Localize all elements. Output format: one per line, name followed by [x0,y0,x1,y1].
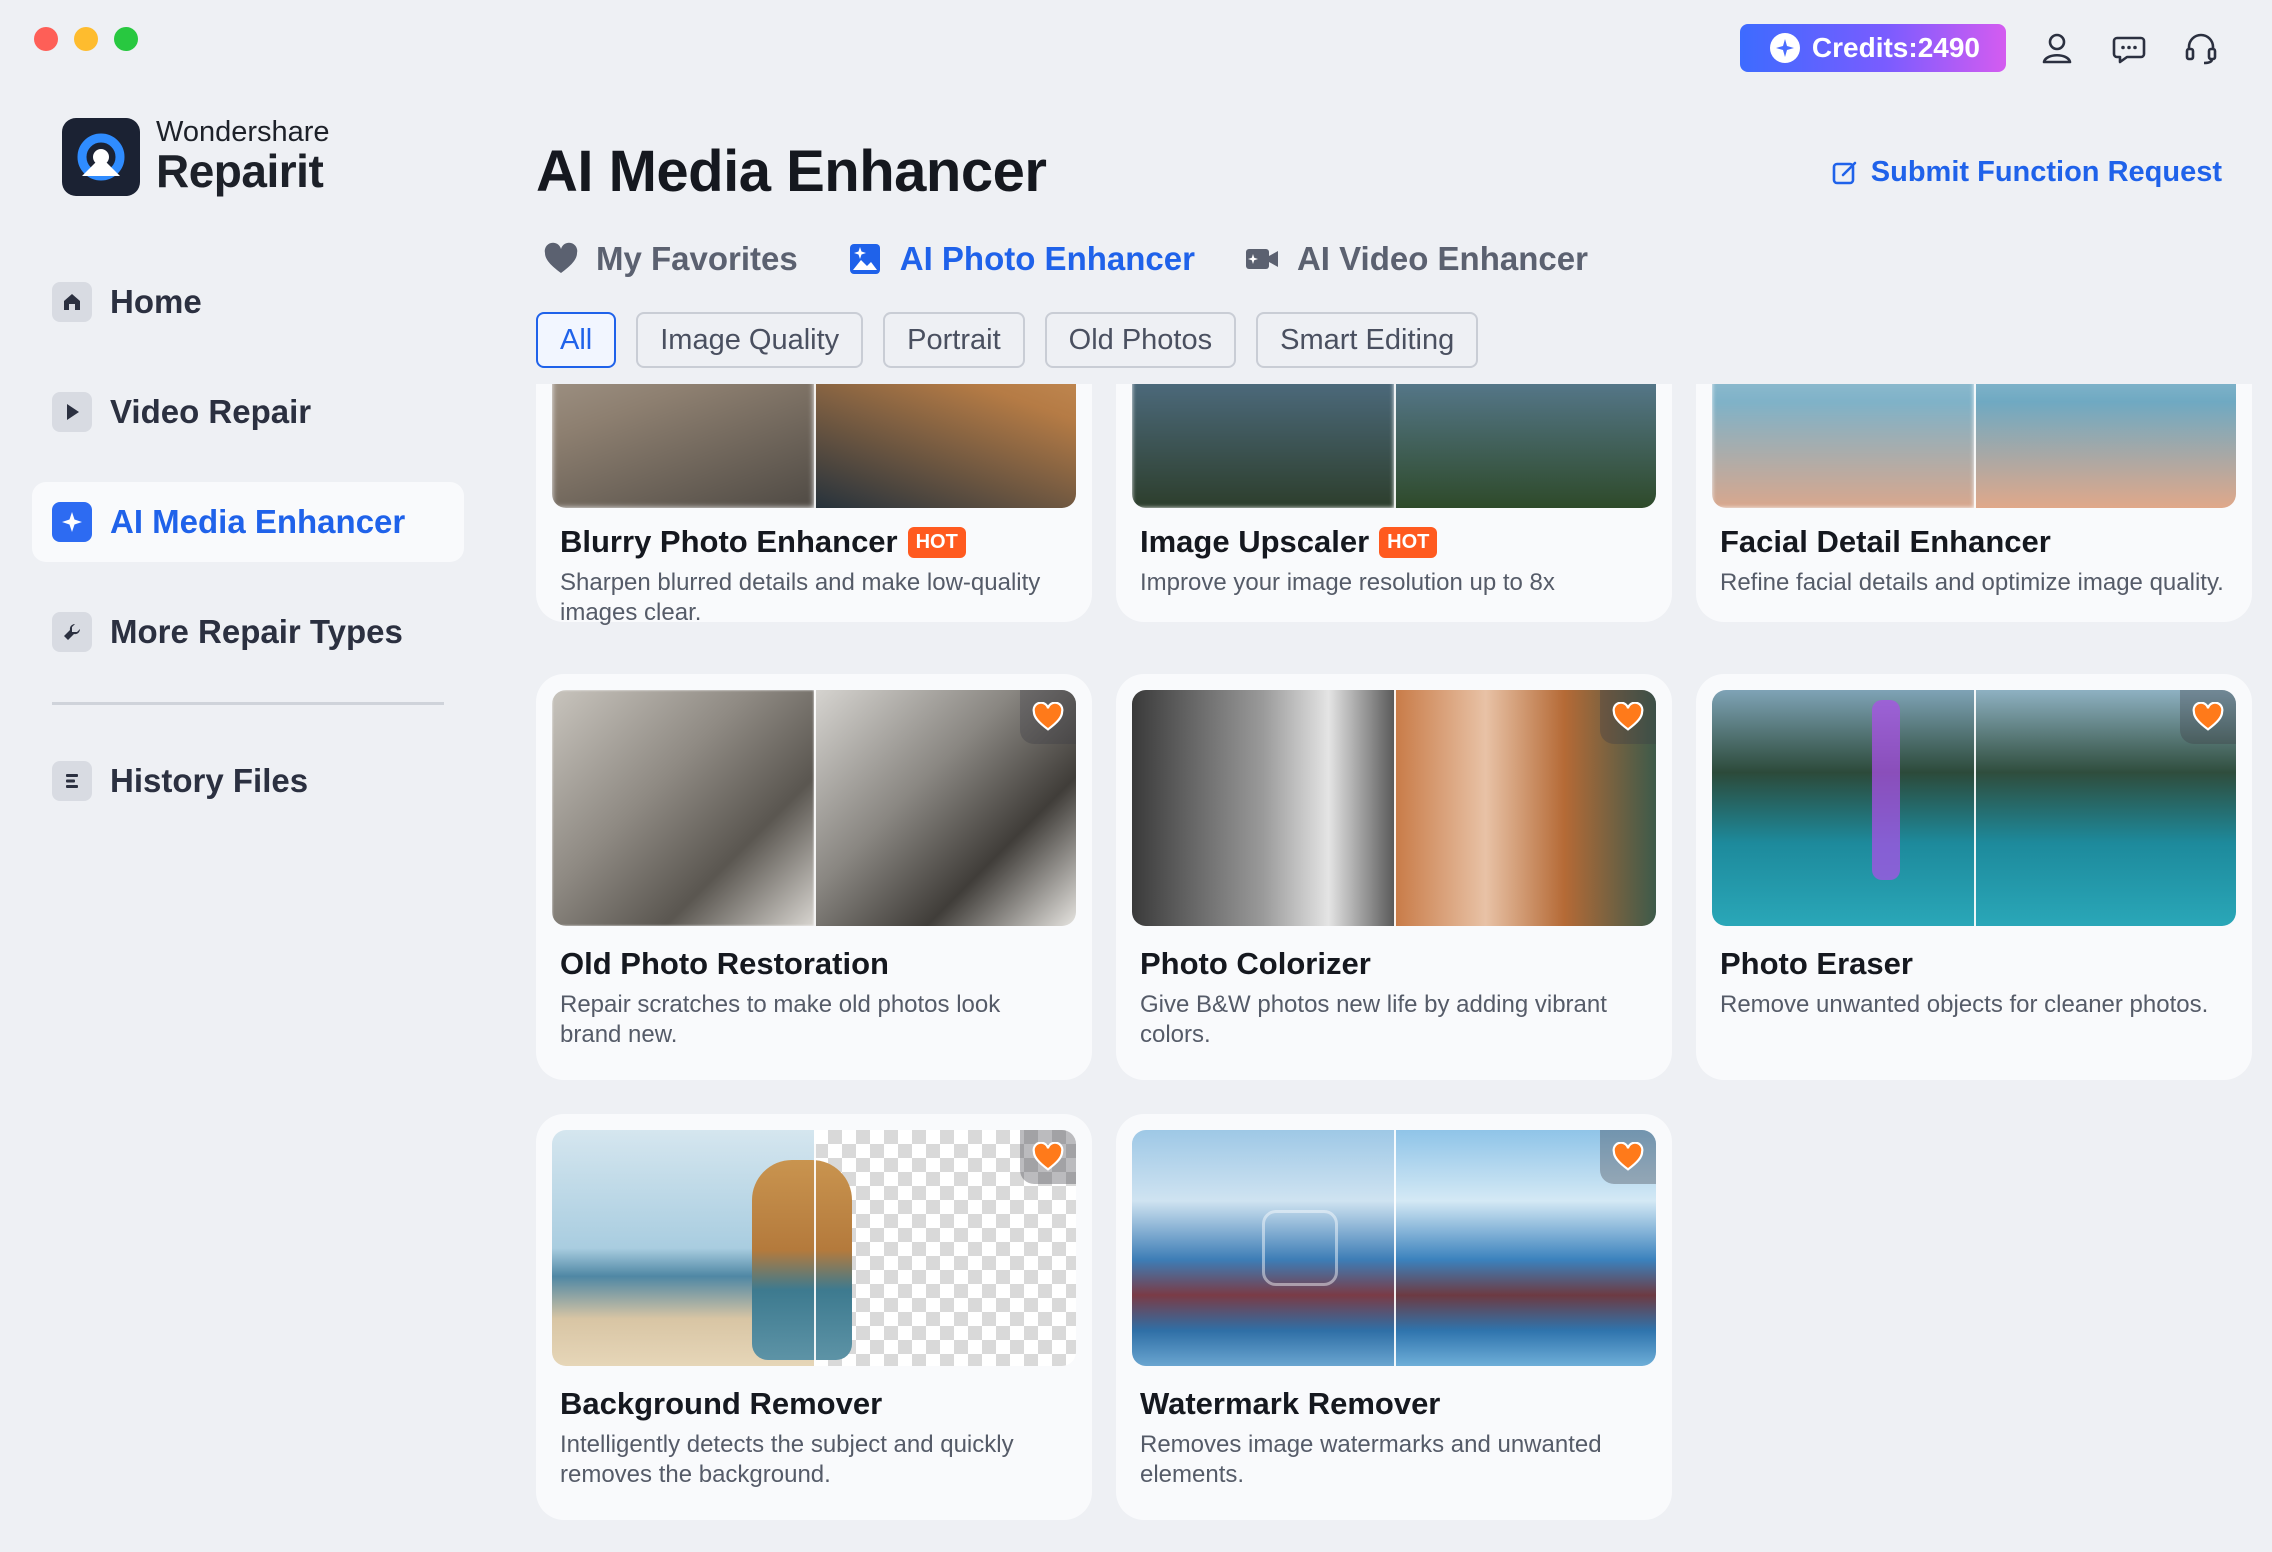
hot-badge: HOT [907,526,966,558]
edit-icon [1832,161,1857,184]
card-preview-image [1712,384,2236,508]
heart-icon [2192,702,2224,731]
sidebar-item-video-repair[interactable]: Video Repair [32,372,464,452]
card-description: Sharpen blurred details and make low-qua… [560,569,1041,626]
card-description: Refine facial details and optimize image… [1720,569,2224,596]
sidebar-item-ai-media-enhancer[interactable]: AI Media Enhancer [32,482,464,562]
main-content: AI Media Enhancer Submit Function Reques… [536,0,2272,1552]
card-title: Photo Eraser [1720,946,1913,981]
favorite-toggle[interactable] [1600,1130,1656,1184]
card-preview-image [1132,690,1656,926]
card-description: Remove unwanted objects for cleaner phot… [1720,991,2209,1018]
submit-function-request-link[interactable]: Submit Function Request [1831,156,2222,189]
filter-chip-smart-editing[interactable]: Smart Editing [1256,312,1479,368]
tab-label: AI Photo Enhancer [899,240,1195,277]
card-title: Photo Colorizer [1140,946,1371,981]
tab-my-favorites[interactable]: My Favorites [542,240,798,278]
favorite-toggle[interactable] [1600,690,1656,744]
card-description: Removes image watermarks and unwanted el… [1140,1431,1602,1488]
zoom-window-button[interactable] [114,27,138,51]
card-description: Improve your image resolution up to 8x [1140,569,1555,596]
card-title: Image Upscaler [1140,524,1370,559]
heart-icon [1032,1142,1064,1171]
tool-card-photo-eraser[interactable]: Photo Eraser Remove unwanted objects for… [1696,674,2252,1080]
hot-badge: HOT [1379,526,1438,558]
card-title: Watermark Remover [1140,1386,1441,1421]
app-logo: Wondershare Repairit [62,118,330,196]
filter-chip-all[interactable]: All [536,312,617,368]
play-icon [52,392,92,432]
card-preview-image [1712,690,2236,926]
card-title: Old Photo Restoration [560,946,889,981]
page-title: AI Media Enhancer [536,139,1047,204]
heart-icon [1612,1142,1644,1171]
sidebar-item-more-repair-types[interactable]: More Repair Types [32,592,464,672]
card-description: Intelligently detects the subject and qu… [560,1431,1014,1488]
heart-icon [1612,702,1644,731]
tool-card-background-remover[interactable]: Background Remover Intelligently detects… [536,1114,1092,1520]
submit-request-label: Submit Function Request [1870,156,2222,188]
brand-company: Wondershare [156,116,330,149]
category-tabs: My Favorites AI Photo Enhancer AI Video … [542,240,1588,278]
repairit-logo-icon [62,118,140,196]
tab-label: AI Video Enhancer [1296,240,1588,277]
card-title: Facial Detail Enhancer [1720,524,2051,559]
card-preview-image [1132,384,1656,508]
tools-grid: Blurry Photo Enhancer HOT Sharpen blurre… [536,384,2258,1552]
filter-chip-old-photos[interactable]: Old Photos [1044,312,1237,368]
window-controls [34,27,138,51]
card-preview-image [552,690,1076,926]
card-description: Give B&W photos new life by adding vibra… [1140,991,1607,1048]
sidebar-item-label: Video Repair [110,393,312,430]
tab-label: My Favorites [596,240,798,277]
heart-icon [544,242,578,273]
sidebar-item-history-files[interactable]: History Files [32,741,464,821]
card-title: Blurry Photo Enhancer [560,524,898,559]
sidebar-item-home[interactable]: Home [32,262,464,342]
card-description: Repair scratches to make old photos look… [560,991,1001,1048]
card-preview-image [552,1130,1076,1366]
tab-ai-video-enhancer[interactable]: AI Video Enhancer [1243,240,1588,278]
filter-chips: All Image Quality Portrait Old Photos Sm… [536,312,1479,368]
sidebar-item-label: AI Media Enhancer [110,503,406,540]
card-preview-image [1132,1130,1656,1366]
tool-card-image-upscaler[interactable]: Image Upscaler HOT Improve your image re… [1116,384,1672,622]
card-title: Background Remover [560,1386,883,1421]
app-window: Credits:2490 Wondershare Repairit Home V… [0,0,2272,1552]
favorite-toggle[interactable] [1020,1130,1076,1184]
filter-chip-image-quality[interactable]: Image Quality [636,312,864,368]
favorite-toggle[interactable] [1020,690,1076,744]
photo-enhance-icon [849,244,880,274]
heart-icon [1032,702,1064,731]
tool-card-photo-colorizer[interactable]: Photo Colorizer Give B&W photos new life… [1116,674,1672,1080]
favorite-toggle[interactable] [2180,690,2236,744]
sidebar-item-label: History Files [110,762,309,799]
sidebar-nav: Home Video Repair AI Media Enhancer More… [32,262,464,851]
minimize-window-button[interactable] [74,27,98,51]
tool-card-blurry-photo-enhancer[interactable]: Blurry Photo Enhancer HOT Sharpen blurre… [536,384,1092,626]
list-icon [52,761,92,801]
close-window-button[interactable] [34,27,58,51]
brand-product: Repairit [156,145,324,198]
tool-card-old-photo-restoration[interactable]: Old Photo Restoration Repair scratches t… [536,674,1092,1080]
sidebar-item-label: More Repair Types [110,613,403,650]
tool-card-watermark-remover[interactable]: Watermark Remover Removes image watermar… [1116,1114,1672,1520]
wrench-icon [52,612,92,652]
home-icon [52,282,92,322]
video-camera-icon [1245,249,1278,269]
tab-ai-photo-enhancer[interactable]: AI Photo Enhancer [846,240,1195,278]
card-preview-image [552,384,1076,508]
filter-chip-portrait[interactable]: Portrait [883,312,1025,368]
tool-card-facial-detail-enhancer[interactable]: Facial Detail Enhancer Refine facial det… [1696,384,2252,622]
sidebar-item-label: Home [110,283,202,320]
sparkle-icon [52,502,92,542]
sidebar-divider [52,702,444,705]
